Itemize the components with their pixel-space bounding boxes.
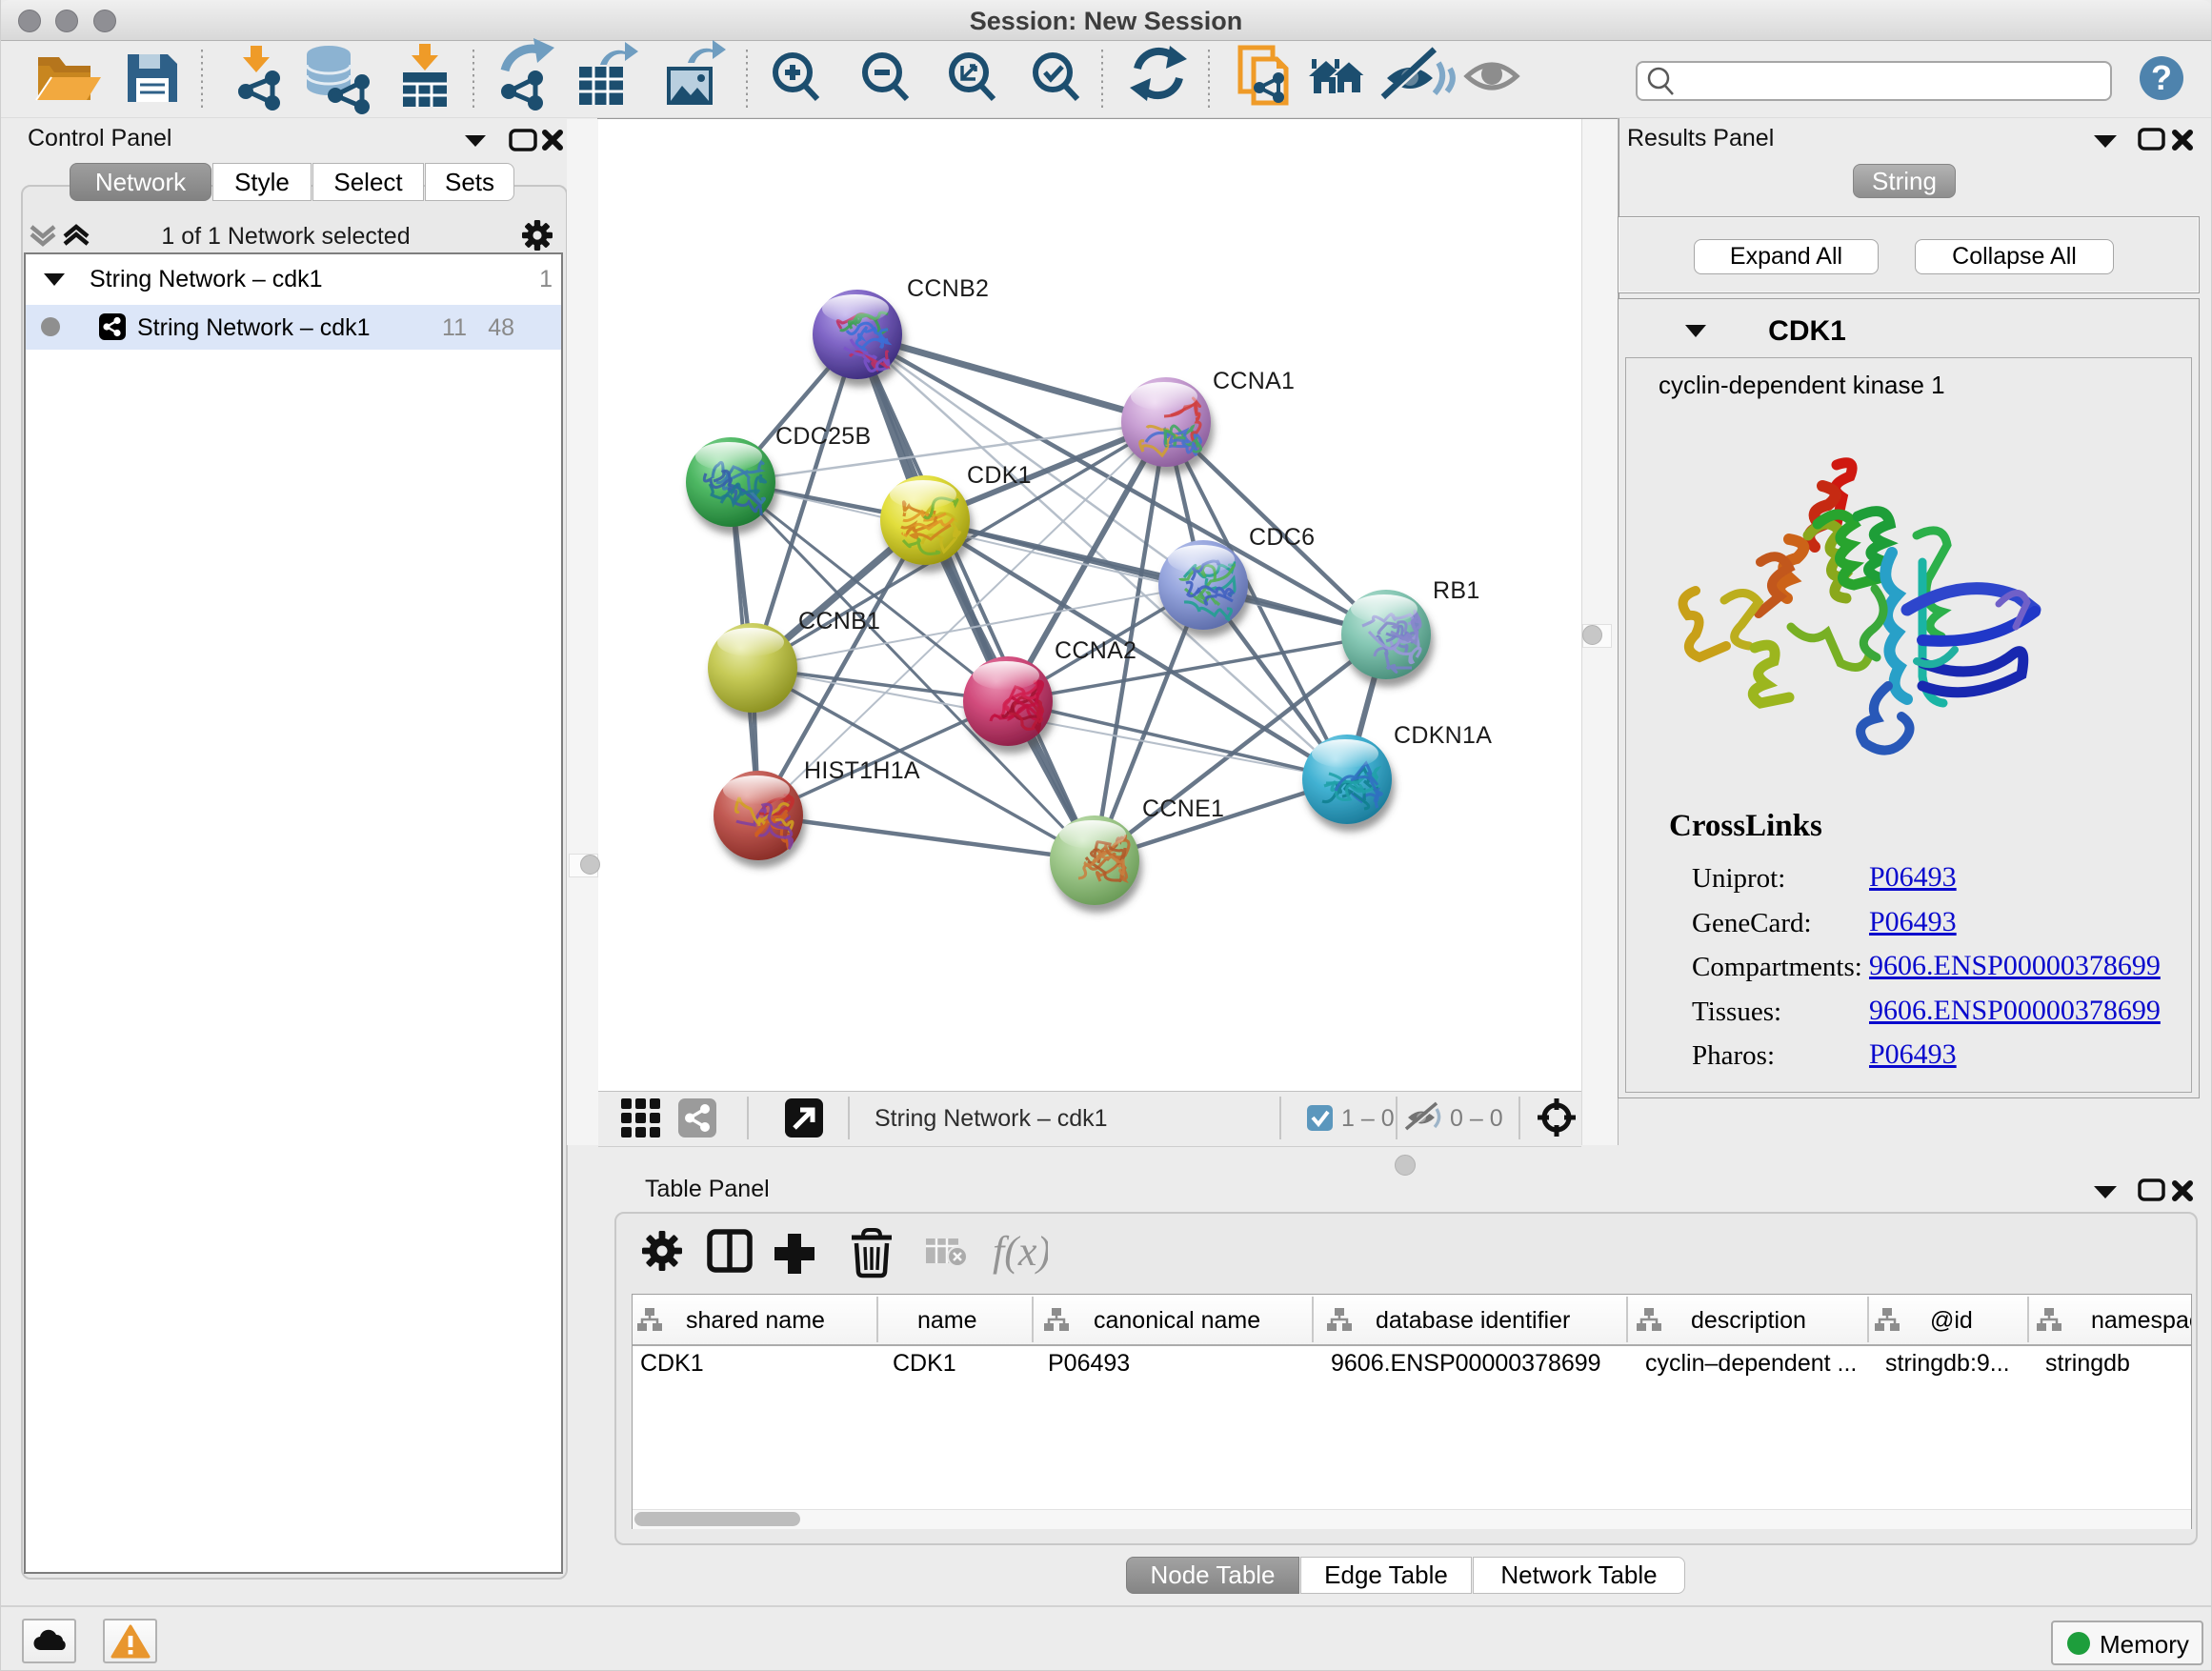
svg-text:@id: @id: [1930, 1307, 1973, 1334]
svg-text:namespace: namespace: [2091, 1307, 2191, 1334]
svg-text:CDK1: CDK1: [893, 1350, 956, 1377]
svg-text:String Network – cdk1: String Network – cdk1: [875, 1105, 1108, 1132]
svg-text:CCNA2: CCNA2: [1055, 637, 1136, 664]
svg-text:?: ?: [2151, 58, 2172, 97]
svg-text:CCNB1: CCNB1: [798, 608, 880, 634]
svg-text:canonical name: canonical name: [1094, 1307, 1260, 1334]
svg-text:P06493: P06493: [1048, 1350, 1130, 1377]
svg-text:CDC6: CDC6: [1249, 524, 1315, 551]
svg-text:name: name: [917, 1307, 977, 1334]
svg-text:CDKN1A: CDKN1A: [1394, 722, 1492, 749]
svg-text:CCNB2: CCNB2: [907, 275, 989, 302]
svg-text:CCNA1: CCNA1: [1213, 368, 1295, 394]
svg-text:1 – 0: 1 – 0: [1341, 1105, 1395, 1132]
svg-text:9606.ENSP00000378699: 9606.ENSP00000378699: [1331, 1350, 1601, 1377]
svg-text:stringdb:9...: stringdb:9...: [1885, 1350, 2010, 1377]
svg-text:CDC25B: CDC25B: [775, 423, 871, 450]
svg-text:f(x): f(x): [993, 1228, 1048, 1275]
svg-text:CDK1: CDK1: [640, 1350, 704, 1377]
svg-text:shared name: shared name: [686, 1307, 825, 1334]
svg-text:HIST1H1A: HIST1H1A: [804, 757, 920, 784]
svg-text:database identifier: database identifier: [1376, 1307, 1570, 1334]
svg-text:0 – 0: 0 – 0: [1450, 1105, 1503, 1132]
svg-text:CDK1: CDK1: [967, 462, 1032, 489]
svg-text:description: description: [1691, 1307, 1806, 1334]
svg-text:cyclin–dependent ...: cyclin–dependent ...: [1645, 1350, 1857, 1377]
svg-text:CCNE1: CCNE1: [1142, 795, 1224, 822]
svg-text:stringdb: stringdb: [2045, 1350, 2130, 1377]
svg-text:RB1: RB1: [1433, 577, 1480, 604]
